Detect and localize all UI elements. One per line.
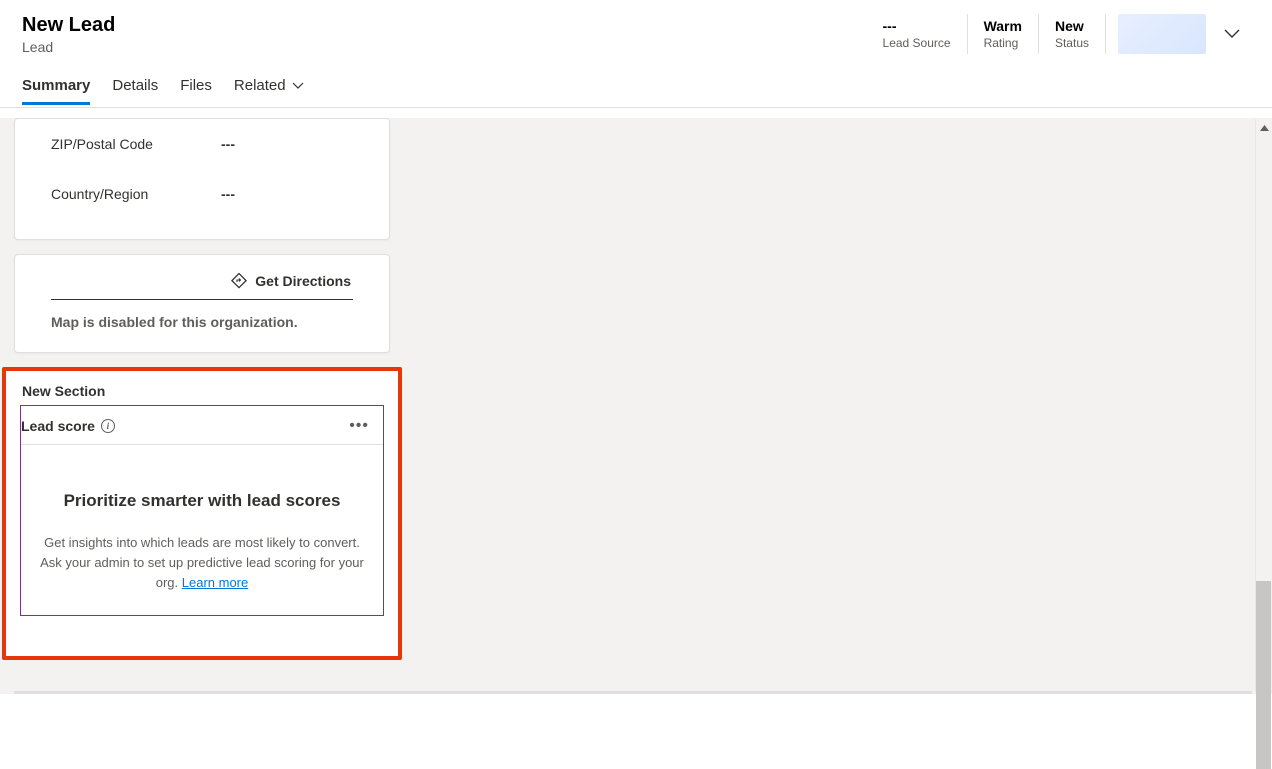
header-left: New Lead Lead — [22, 14, 115, 55]
record-header: New Lead Lead --- Lead Source Warm Ratin… — [0, 0, 1272, 64]
lead-score-body: Prioritize smarter with lead scores Get … — [21, 445, 383, 615]
address-card: ZIP/Postal Code --- Country/Region --- — [14, 118, 390, 240]
expand-header-button[interactable] — [1220, 22, 1244, 46]
tab-details[interactable]: Details — [112, 67, 158, 104]
header-stat-status[interactable]: New Status — [1039, 14, 1106, 54]
highlighted-section: New Section Lead score i ••• Prioritize … — [2, 367, 402, 660]
record-title: New Lead — [22, 14, 115, 37]
scroll-thumb[interactable] — [1256, 581, 1271, 769]
directions-icon — [231, 273, 247, 289]
section-title: New Section — [22, 383, 384, 399]
header-stat-label: Lead Source — [883, 36, 951, 50]
lead-score-title: Lead score i — [21, 418, 115, 434]
get-directions-label: Get Directions — [255, 273, 351, 289]
info-icon[interactable]: i — [101, 419, 115, 433]
lead-score-description: Get insights into which leads are most l… — [39, 533, 365, 593]
header-stat-value: New — [1055, 18, 1089, 34]
header-stat-label: Status — [1055, 36, 1089, 50]
field-label: ZIP/Postal Code — [51, 136, 221, 152]
map-card: Get Directions Map is disabled for this … — [14, 254, 390, 353]
triangle-up-icon — [1260, 125, 1269, 131]
field-value: --- — [221, 186, 235, 202]
lead-score-header: Lead score i ••• — [21, 406, 383, 444]
tab-related-label: Related — [234, 77, 286, 94]
left-column: ZIP/Postal Code --- Country/Region --- G… — [14, 118, 390, 660]
scroll-up-button[interactable] — [1256, 119, 1272, 136]
field-country[interactable]: Country/Region --- — [51, 169, 353, 219]
get-directions-button[interactable]: Get Directions — [51, 273, 353, 300]
learn-more-link[interactable]: Learn more — [182, 575, 248, 590]
lead-score-card: Lead score i ••• Prioritize smarter with… — [20, 405, 384, 616]
more-options-button[interactable]: ••• — [349, 418, 371, 434]
form-tabs: Summary Details Files Related — [0, 64, 1272, 108]
header-stat-rating[interactable]: Warm Rating — [968, 14, 1039, 54]
lead-score-title-text: Lead score — [21, 418, 95, 434]
header-stat-lead-source[interactable]: --- Lead Source — [867, 14, 968, 54]
header-right: --- Lead Source Warm Rating New Status — [867, 14, 1250, 54]
record-entity-label: Lead — [22, 39, 115, 55]
field-label: Country/Region — [51, 186, 221, 202]
header-stat-value: --- — [883, 18, 951, 34]
form-content: ZIP/Postal Code --- Country/Region --- G… — [0, 118, 1272, 694]
map-disabled-message: Map is disabled for this organization. — [51, 314, 373, 330]
header-stat-label: Rating — [984, 36, 1022, 50]
chevron-down-icon — [1224, 29, 1240, 39]
vertical-scrollbar[interactable] — [1255, 119, 1272, 691]
tab-summary[interactable]: Summary — [22, 67, 90, 104]
field-value: --- — [221, 136, 235, 152]
tab-files[interactable]: Files — [180, 67, 212, 104]
field-zip[interactable]: ZIP/Postal Code --- — [51, 119, 353, 169]
lead-score-headline: Prioritize smarter with lead scores — [39, 491, 365, 511]
chevron-down-icon — [292, 82, 304, 90]
tab-related[interactable]: Related — [234, 67, 304, 104]
stage-indicator[interactable] — [1118, 14, 1206, 54]
header-stat-value: Warm — [984, 18, 1022, 34]
